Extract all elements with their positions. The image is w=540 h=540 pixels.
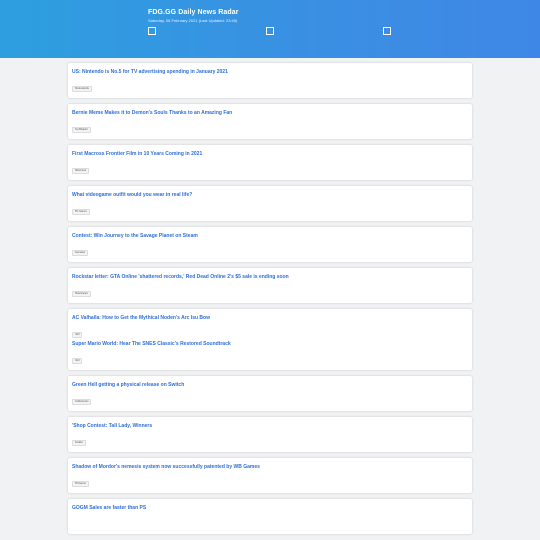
news-card: Shadow of Mordor's nemesis system now su… xyxy=(68,458,472,493)
news-title-link[interactable]: Super Mario World: Hear The SNES Classic… xyxy=(72,341,468,348)
news-item[interactable]: Rockstar letter: GTA Online 'shattered r… xyxy=(72,274,468,299)
page-title: FDG.GG Daily News Radar xyxy=(148,9,239,16)
news-item[interactable]: Contest: Win Journey to the Savage Plane… xyxy=(72,233,468,258)
news-card: AC Valhalla: How to Get the Mythical Nod… xyxy=(68,309,472,370)
news-title-link[interactable]: What videogame outfit would you wear in … xyxy=(72,192,468,199)
news-card: What videogame outfit would you wear in … xyxy=(68,186,472,221)
filter-checkbox-3[interactable] xyxy=(383,27,391,35)
last-updated-text: Saturday, 06 February 2021 (Last Updated… xyxy=(148,18,238,23)
source-badge: PCGamer xyxy=(72,481,90,487)
filter-checkbox-1[interactable] xyxy=(148,27,156,35)
source-badge: Siliconera xyxy=(72,168,89,174)
source-badge: Shacknews xyxy=(72,291,91,297)
news-item[interactable]: 'Shop Contest: Tall Lady, Winners Kotaku xyxy=(72,423,468,448)
source-badge: IGN xyxy=(72,332,83,338)
filter-checkbox-2[interactable] xyxy=(266,27,274,35)
source-badge: NintendoLife xyxy=(72,86,93,92)
news-title-link[interactable]: Bernie Meme Makes it to Demon's Souls Th… xyxy=(72,110,468,117)
news-item[interactable]: Shadow of Mordor's nemesis system now su… xyxy=(72,464,468,489)
news-card: GOGM Sales are faster than PS xyxy=(68,499,472,534)
news-title-link[interactable]: GOGM Sales are faster than PS xyxy=(72,505,468,512)
news-card: Contest: Win Journey to the Savage Plane… xyxy=(68,227,472,262)
news-card: Green Hell getting a physical release on… xyxy=(68,376,472,411)
news-item[interactable]: Bernie Meme Makes it to Demon's Souls Th… xyxy=(72,110,468,135)
news-item[interactable]: What videogame outfit would you wear in … xyxy=(72,192,468,217)
source-badge: GoNintendo xyxy=(72,399,92,405)
news-title-link[interactable]: Green Hell getting a physical release on… xyxy=(72,382,468,389)
source-badge: PC Gamer xyxy=(72,209,90,215)
news-title-link[interactable]: AC Valhalla: How to Get the Mythical Nod… xyxy=(72,315,468,322)
news-title-link[interactable]: Shadow of Mordor's nemesis system now su… xyxy=(72,464,468,471)
source-badge: TechRaptor xyxy=(72,127,91,133)
news-item[interactable]: US: Nintendo is No.5 for TV advertising … xyxy=(72,69,468,94)
header-banner: FDG.GG Daily News Radar Saturday, 06 Feb… xyxy=(0,0,540,58)
news-item[interactable]: First Macross Frontier Film in 10 Years … xyxy=(72,151,468,176)
news-card: Bernie Meme Makes it to Demon's Souls Th… xyxy=(68,104,472,139)
news-card: Rockstar letter: GTA Online 'shattered r… xyxy=(68,268,472,303)
source-badge: IGN xyxy=(72,358,83,364)
news-item[interactable]: Super Mario World: Hear The SNES Classic… xyxy=(72,341,468,366)
source-badge: Kotaku xyxy=(72,440,86,446)
news-item[interactable]: GOGM Sales are faster than PS xyxy=(72,505,468,530)
source-badge: Gematsu xyxy=(72,250,89,256)
news-card: US: Nintendo is No.5 for TV advertising … xyxy=(68,63,472,98)
news-title-link[interactable]: 'Shop Contest: Tall Lady, Winners xyxy=(72,423,468,430)
news-item[interactable]: Green Hell getting a physical release on… xyxy=(72,382,468,407)
news-title-link[interactable]: Contest: Win Journey to the Savage Plane… xyxy=(72,233,468,240)
news-card: First Macross Frontier Film in 10 Years … xyxy=(68,145,472,180)
news-title-link[interactable]: First Macross Frontier Film in 10 Years … xyxy=(72,151,468,158)
news-list: US: Nintendo is No.5 for TV advertising … xyxy=(68,63,472,540)
news-item[interactable]: AC Valhalla: How to Get the Mythical Nod… xyxy=(72,315,468,340)
news-card: 'Shop Contest: Tall Lady, Winners Kotaku xyxy=(68,417,472,452)
news-title-link[interactable]: US: Nintendo is No.5 for TV advertising … xyxy=(72,69,468,76)
news-title-link[interactable]: Rockstar letter: GTA Online 'shattered r… xyxy=(72,274,468,281)
